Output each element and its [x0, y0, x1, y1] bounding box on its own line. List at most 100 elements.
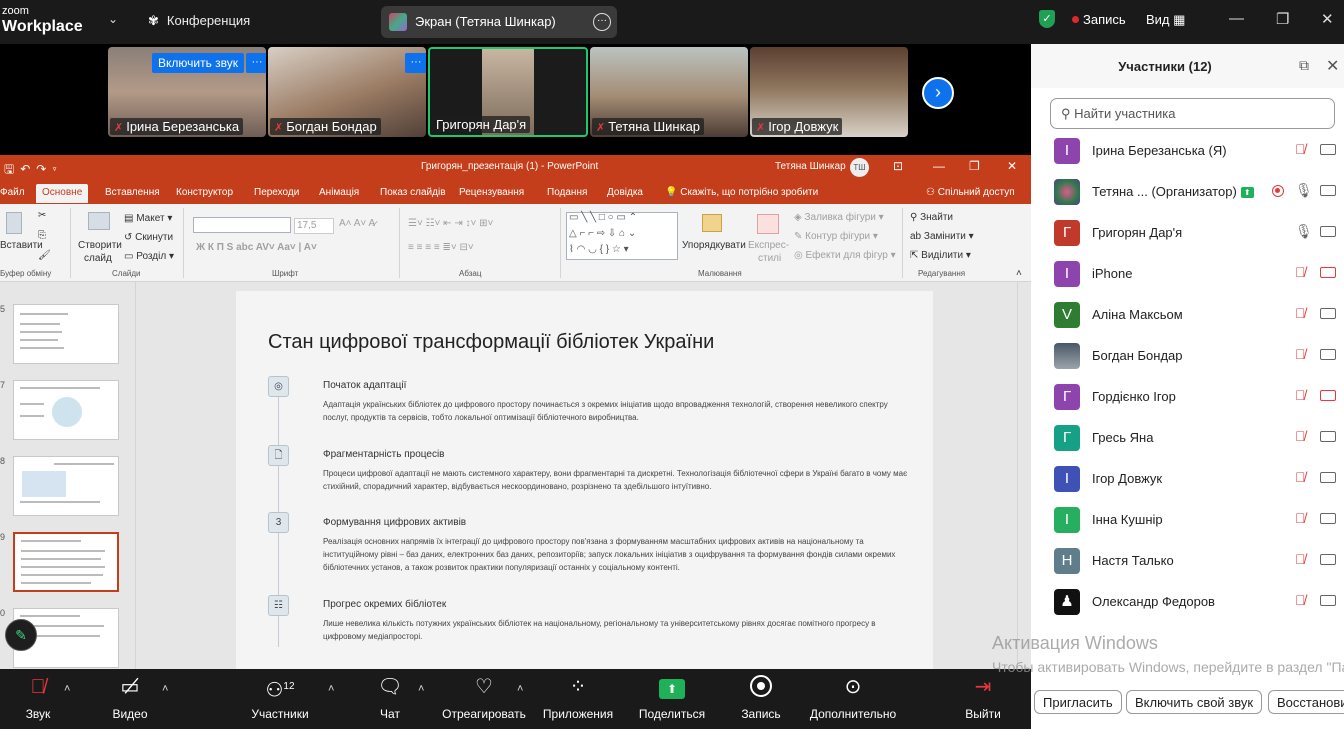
participant-row[interactable]: І Інна Кушнір 🎙̸ [1031, 500, 1344, 541]
ppt-minimize-icon[interactable]: — [933, 159, 945, 173]
camera-icon[interactable] [1320, 226, 1336, 237]
more-icon[interactable]: ··· [593, 13, 611, 31]
tab-slideshow[interactable]: Показ слайдів [380, 187, 446, 198]
close-icon[interactable]: ✕ [1326, 56, 1339, 76]
tab-design[interactable]: Конструктор [176, 187, 233, 198]
audio-options-caret[interactable]: ˄ [64, 683, 70, 695]
mic-active-icon[interactable]: 🎙 [1295, 223, 1313, 240]
mic-muted-icon[interactable]: 🎙̸ [1295, 510, 1306, 526]
quick-styles-label-1[interactable]: Експрес- [748, 240, 789, 251]
share-button[interactable]: ⚇ Спільний доступ [926, 187, 1015, 198]
mic-muted-icon[interactable]: 🎙̸ [1295, 346, 1306, 362]
popout-icon[interactable]: ⧉ [1299, 57, 1309, 74]
mic-muted-icon[interactable]: 🎙̸ [1295, 592, 1306, 608]
tab-insert[interactable]: Вставлення [105, 187, 160, 198]
ppt-close-icon[interactable]: ✕ [1007, 159, 1017, 173]
camera-off-icon[interactable] [1320, 267, 1336, 278]
collapse-ribbon-icon[interactable]: ˄ [1016, 268, 1022, 279]
tab-home[interactable]: Основне [36, 184, 89, 203]
participants-options-caret[interactable]: ˄ [328, 683, 334, 695]
video-tile[interactable]: ··· ✗ Богдан Бондар [268, 47, 426, 137]
camera-icon[interactable] [1320, 513, 1336, 524]
video-tile[interactable]: Включить звук ··· ✗ Ірина Березанська [108, 47, 266, 137]
participant-row[interactable]: ♟ Олександр Федоров 🎙̸ [1031, 582, 1344, 623]
camera-icon[interactable] [1320, 431, 1336, 442]
view-button[interactable]: Вид ▦ [1146, 12, 1185, 28]
camera-icon[interactable] [1320, 472, 1336, 483]
participants-button[interactable]: ⚇12 Участники [225, 675, 335, 721]
shape-fill-button[interactable]: ◈ Заливка фігури ▾ [794, 212, 884, 223]
mic-muted-icon[interactable]: 🎙̸ [1295, 387, 1306, 403]
participant-row[interactable]: Н Настя Талько 🎙̸ [1031, 541, 1344, 582]
camera-icon[interactable] [1320, 595, 1336, 606]
camera-icon[interactable] [1320, 144, 1336, 155]
chevron-down-icon[interactable]: ⌄ [108, 12, 118, 26]
restore-window-icon[interactable]: ❐ [1276, 10, 1289, 28]
video-tile[interactable]: ✗ Ігор Довжук [750, 47, 908, 137]
cut-icon[interactable]: ✂ [38, 210, 46, 221]
paste-label[interactable]: Вставити [0, 240, 43, 251]
invite-button[interactable]: Пригласить [1034, 690, 1122, 714]
video-button[interactable]: ▭̸ Видео [75, 675, 185, 721]
slide-thumbnail[interactable] [13, 380, 119, 440]
camera-off-icon[interactable] [1320, 390, 1336, 401]
participant-row[interactable]: Богдан Бондар 🎙̸ [1031, 336, 1344, 377]
annotate-pencil-icon[interactable]: ✎ [5, 619, 37, 651]
next-page-arrow-icon[interactable]: › [922, 77, 954, 109]
quick-access-toolbar[interactable]: 🖫↶↷▿ [4, 160, 63, 181]
tab-help[interactable]: Довідка [607, 187, 643, 198]
font-size-dropdown[interactable]: 17,5 [294, 218, 334, 234]
security-shield-icon[interactable]: ✓ [1039, 10, 1055, 28]
tab-file[interactable]: Файл [0, 187, 25, 198]
arrange-icon[interactable] [702, 214, 722, 232]
camera-icon[interactable] [1320, 185, 1336, 196]
leave-button[interactable]: ⇥ Выйти [928, 675, 1038, 721]
minimize-icon[interactable]: — [1229, 10, 1244, 27]
slide-thumbnail-selected[interactable] [13, 532, 119, 592]
mic-muted-icon[interactable]: 🎙̸ [1295, 551, 1306, 567]
slide-scrollbar[interactable] [1017, 282, 1031, 669]
paste-icon[interactable] [6, 212, 22, 234]
chat-options-caret[interactable]: ˄ [418, 683, 424, 695]
meeting-info-button[interactable]: ✾ Конференция [148, 13, 250, 29]
format-painter-icon[interactable]: 🖌 [38, 250, 51, 261]
more-button[interactable]: ⊙ Дополнительно [798, 675, 908, 721]
new-slide-icon[interactable] [88, 212, 110, 230]
ribbon-display-icon[interactable]: ⊡ [893, 159, 903, 173]
select-button[interactable]: ⇱ Виділити ▾ [910, 250, 971, 261]
ppt-user-avatar[interactable]: ТШ [850, 158, 869, 177]
restore-button[interactable]: Восстанови [1268, 690, 1344, 714]
new-slide-label-2[interactable]: слайд [84, 253, 112, 264]
ppt-restore-icon[interactable]: ❐ [969, 159, 980, 173]
unmute-self-button[interactable]: Включить свой звук [1126, 690, 1263, 714]
tab-view[interactable]: Подання [547, 187, 587, 198]
quick-styles-label-2[interactable]: стилі [758, 253, 781, 264]
participant-row[interactable]: І Ірина Березанська (Я) 🎙̸ [1031, 131, 1344, 172]
find-button[interactable]: ⚲ Знайти [910, 212, 953, 223]
slide-thumbnail[interactable] [13, 456, 119, 516]
screen-share-pill[interactable]: Экран (Тетяна Шинкар) ··· [381, 6, 617, 38]
tell-me-search[interactable]: 💡 Скажіть, що потрібно зробити [665, 187, 818, 198]
camera-icon[interactable] [1320, 349, 1336, 360]
camera-icon[interactable] [1320, 554, 1336, 565]
thumbnail-scrollbar[interactable] [135, 282, 149, 669]
new-slide-label-1[interactable]: Створити [78, 240, 122, 251]
participant-row[interactable]: Г Григорян Дар'я 🎙 [1031, 213, 1344, 254]
bullets-buttons[interactable]: ☰˅ ☷˅ ⇤ ⇥ ↕˅ ⊞˅ [408, 218, 493, 229]
recording-label[interactable]: Запись [1083, 12, 1126, 27]
font-format-buttons[interactable]: Ж К П S abc AV˅ Aa˅ | A˅ [196, 242, 317, 253]
participant-search-input[interactable]: ⚲ Найти участника [1050, 98, 1335, 129]
section-button[interactable]: ▭ Розділ ▾ [124, 251, 174, 262]
tab-animations[interactable]: Анімація [319, 187, 359, 198]
mic-muted-icon[interactable]: 🎙̸ [1295, 305, 1306, 321]
tab-review[interactable]: Рецензування [459, 187, 524, 198]
font-size-buttons[interactable]: A˄ A˅ A̷ [339, 218, 375, 229]
participant-row[interactable]: Г Гордієнко Ігор 🎙̸ [1031, 377, 1344, 418]
participant-row[interactable]: I iPhone 🎙̸ [1031, 254, 1344, 295]
unmute-request-button[interactable]: Включить звук [152, 53, 245, 73]
mic-muted-icon[interactable]: 🎙̸ [1295, 428, 1306, 444]
mic-muted-icon[interactable]: 🎙̸ [1295, 264, 1306, 280]
tile-more-icon[interactable]: ··· [246, 53, 266, 73]
participant-row[interactable]: V Аліна Максьом 🎙̸ [1031, 295, 1344, 336]
tab-transitions[interactable]: Переходи [254, 187, 299, 198]
